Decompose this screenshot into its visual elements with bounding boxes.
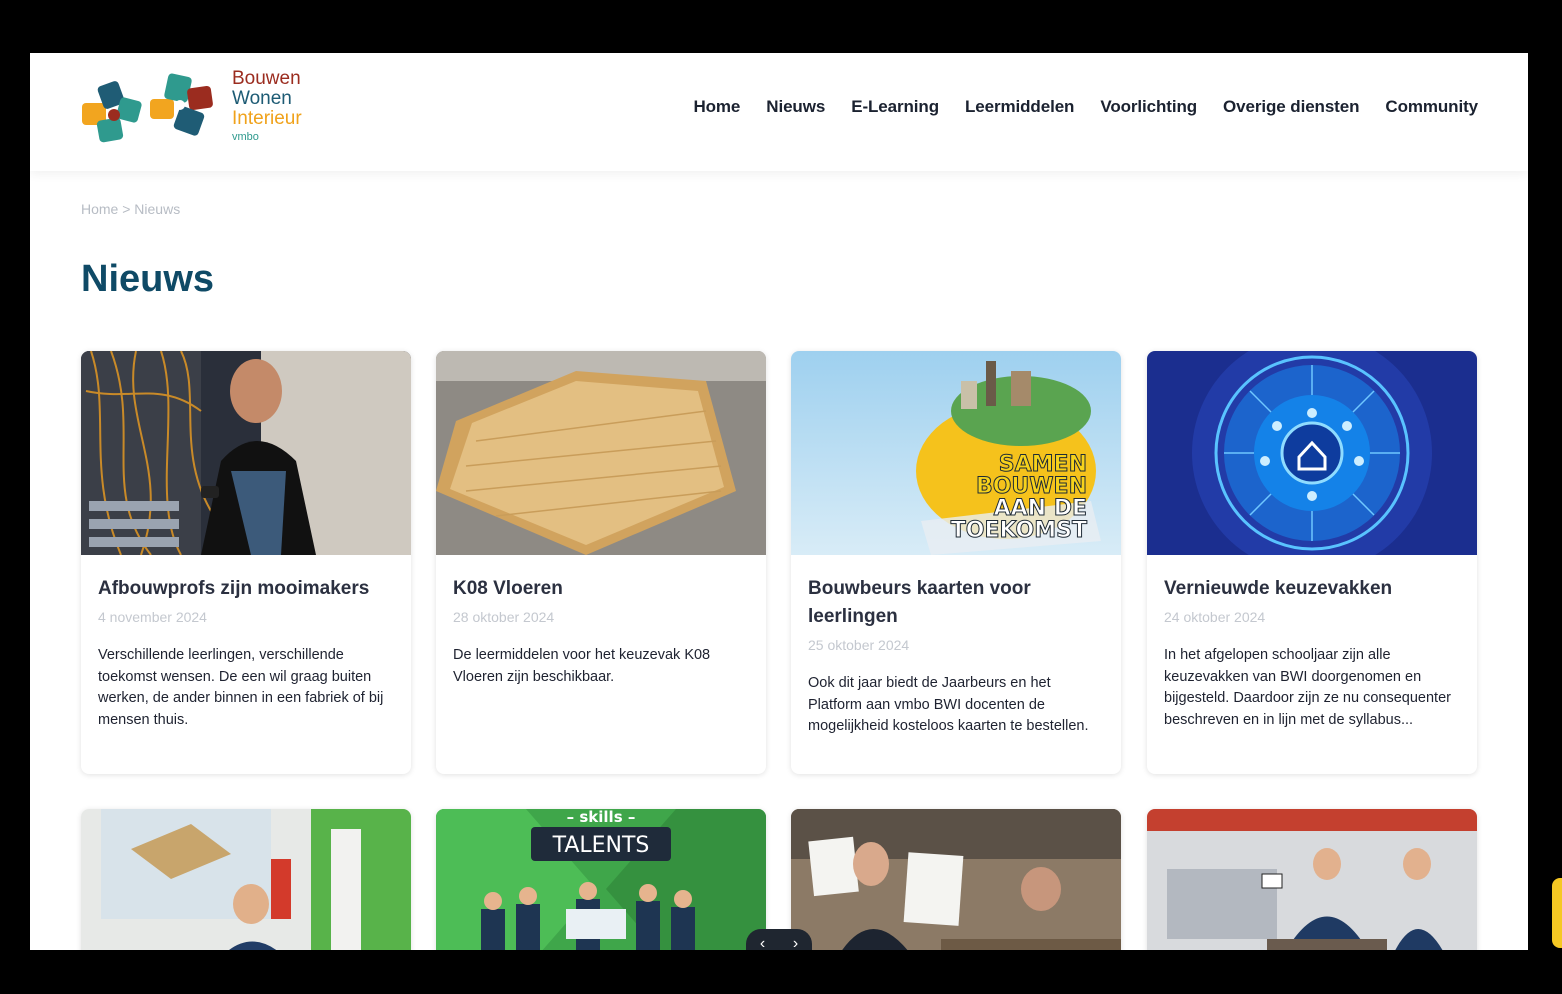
chevron-right-icon[interactable]: ›: [793, 935, 798, 950]
news-card-image: [81, 809, 411, 950]
logo-line-wonen: Wonen: [232, 88, 292, 109]
image-text-talents: TALENTS: [552, 833, 650, 858]
news-card-date: 4 november 2024: [98, 609, 207, 625]
news-card-title[interactable]: Vernieuwde keuzevakken: [1164, 575, 1460, 603]
news-card-image: [1147, 809, 1477, 950]
logo-line-bouwen: Bouwen: [232, 68, 301, 89]
nav-overige-diensten[interactable]: Overige diensten: [1223, 97, 1359, 117]
news-card[interactable]: – skills – TALENTS: [436, 809, 766, 950]
news-card-image: – skills – TALENTS: [436, 809, 766, 950]
image-text-skills: – skills –: [567, 809, 636, 826]
news-card-image: SAMEN BOUWEN AAN DE TOEKOMST: [791, 351, 1121, 555]
news-card[interactable]: K08 Vloeren 28 oktober 2024 De leermidde…: [436, 351, 766, 774]
logo-line-vmbo: vmbo: [232, 131, 259, 143]
news-card[interactable]: [791, 809, 1121, 950]
main-nav: Home Nieuws E-Learning Leermiddelen Voor…: [693, 97, 1478, 117]
news-card-image: [436, 351, 766, 555]
breadcrumb[interactable]: Home > Nieuws: [81, 201, 180, 217]
nav-nieuws[interactable]: Nieuws: [766, 97, 825, 117]
news-card[interactable]: Vernieuwde keuzevakken 24 oktober 2024 I…: [1147, 351, 1477, 774]
news-card[interactable]: SAMEN BOUWEN AAN DE TOEKOMST Bouwbeurs k…: [791, 351, 1121, 774]
logo-text[interactable]: Bouwen Wonen Interieur vmbo: [232, 69, 302, 144]
news-card-title[interactable]: Afbouwprofs zijn mooimakers: [98, 575, 394, 603]
news-card-date: 28 oktober 2024: [453, 609, 555, 625]
nav-community[interactable]: Community: [1385, 97, 1478, 117]
news-card-excerpt: Ook dit jaar biedt de Jaarbeurs en het P…: [808, 675, 1089, 734]
carousel-controls: ‹ ›: [746, 929, 812, 950]
news-card-image: [81, 351, 411, 555]
page-title: Nieuws: [81, 258, 215, 300]
nav-voorlichting[interactable]: Voorlichting: [1100, 97, 1197, 117]
logo-puzzle-icon[interactable]: [80, 69, 216, 147]
news-card-date: 25 oktober 2024: [808, 637, 910, 653]
news-card-image: [1147, 351, 1477, 555]
nav-e-learning[interactable]: E-Learning: [851, 97, 939, 117]
news-card-excerpt: Verschillende leerlingen, verschillende …: [98, 647, 384, 728]
nav-leermiddelen[interactable]: Leermiddelen: [965, 97, 1074, 117]
site-header: Bouwen Wonen Interieur vmbo Home Nieuws …: [30, 53, 1528, 171]
news-card-excerpt: De leermiddelen voor het keuzevak K08 Vl…: [453, 647, 711, 685]
news-card-excerpt: In het afgelopen schooljaar zijn alle ke…: [1164, 647, 1451, 728]
news-card-date: 24 oktober 2024: [1164, 609, 1266, 625]
news-card[interactable]: Afbouwprofs zijn mooimakers 4 november 2…: [81, 351, 411, 774]
side-tab-decoration: [1552, 878, 1562, 948]
news-card[interactable]: [1147, 809, 1477, 950]
chevron-left-icon[interactable]: ‹: [760, 935, 765, 950]
news-card-title[interactable]: K08 Vloeren: [453, 575, 749, 603]
news-card[interactable]: [81, 809, 411, 950]
news-card-image: [791, 809, 1121, 950]
browser-viewport: Bouwen Wonen Interieur vmbo Home Nieuws …: [30, 53, 1528, 950]
logo-line-interieur: Interieur: [232, 108, 302, 129]
nav-home[interactable]: Home: [693, 97, 740, 117]
news-card-title[interactable]: Bouwbeurs kaarten voor leerlingen: [808, 575, 1104, 631]
image-text-toekomst: TOEKOMST: [951, 518, 1087, 543]
